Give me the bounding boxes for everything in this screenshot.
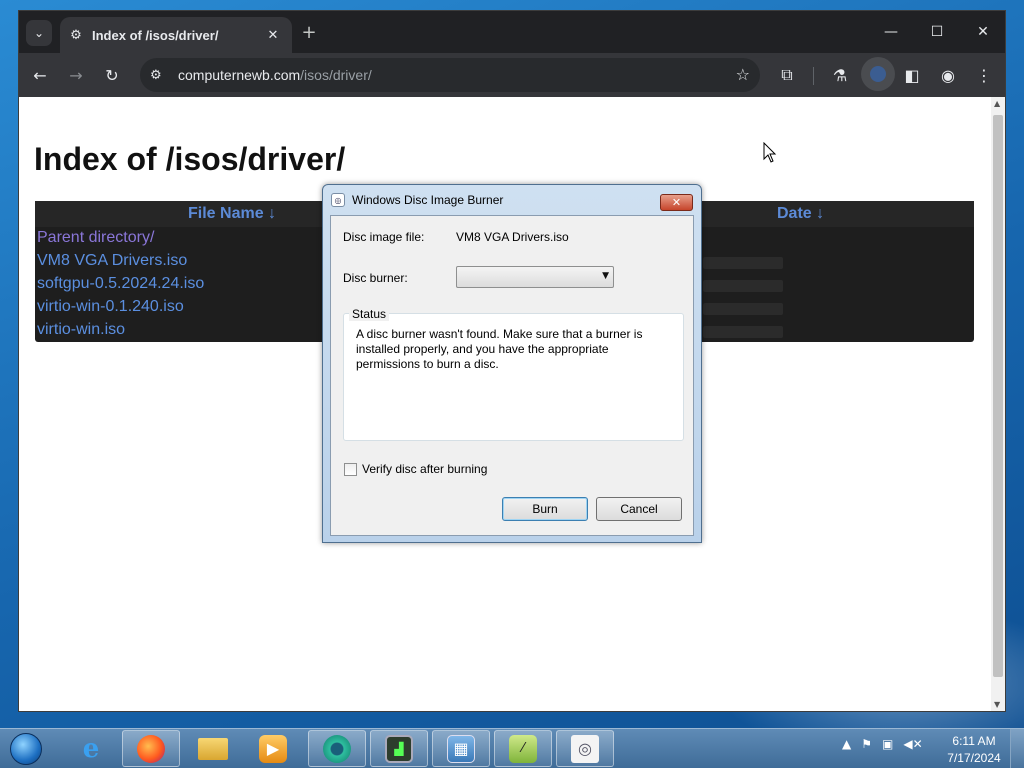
dropdown-arrow-icon: ▼ <box>602 271 609 281</box>
side-panel-icon[interactable]: ◧ <box>899 62 925 88</box>
tab-title: Index of /isos/driver/ <box>92 27 219 43</box>
browser-toolbar: ← → ↻ ⚙ computernewb.com/isos/driver/ ☆ … <box>19 53 1005 97</box>
show-hidden-icons-icon[interactable]: ▲ <box>842 737 851 751</box>
url-text: computernewb.com/isos/driver/ <box>178 67 372 83</box>
site-info-icon[interactable]: ⚙ <box>150 68 170 83</box>
dialog-close-icon[interactable]: ✕ <box>660 194 693 211</box>
firefox-icon[interactable] <box>122 730 180 767</box>
maximize-icon[interactable]: ☐ <box>917 19 957 45</box>
task-manager-icon[interactable]: ▟ <box>370 730 428 767</box>
toolbar-divider <box>813 67 814 85</box>
favicon-icon: ⚙ <box>70 27 82 43</box>
disc-burner-label: Disc burner: <box>343 271 408 285</box>
scrollbar-thumb[interactable] <box>993 115 1003 677</box>
obscured-date-cell <box>703 257 783 269</box>
file-link-softgpu[interactable]: softgpu-0.5.2024.24.iso <box>37 275 204 293</box>
close-window-icon[interactable]: ✕ <box>963 19 1003 45</box>
status-message: A disc burner wasn't found. Make sure th… <box>356 327 643 371</box>
disc-burner-taskbar-icon[interactable]: ◎ <box>556 730 614 767</box>
bookmark-star-icon[interactable]: ☆ <box>736 65 750 84</box>
file-link-virtio-240[interactable]: virtio-win-0.1.240.iso <box>37 298 184 316</box>
address-bar[interactable]: ⚙ computernewb.com/isos/driver/ ☆ <box>140 58 760 92</box>
obscured-date-cell <box>703 280 783 292</box>
reload-icon[interactable]: ↻ <box>99 62 125 88</box>
menu-kebab-icon[interactable]: ⋮ <box>971 62 997 88</box>
verify-label[interactable]: Verify disc after burning <box>362 462 487 476</box>
system-clock[interactable]: 6:11 AM 7/17/2024 <box>943 733 1005 767</box>
extensions-icon[interactable]: ⧉ <box>774 62 800 88</box>
new-tab-icon[interactable]: + <box>299 22 319 43</box>
volume-muted-icon[interactable]: ◀✕ <box>903 737 922 751</box>
media-player-icon[interactable]: ▶ <box>244 730 302 767</box>
burn-button[interactable]: Burn <box>502 497 588 521</box>
scroll-up-icon[interactable]: ▲ <box>994 99 1000 108</box>
verify-option[interactable]: Verify disc after burning <box>344 462 487 476</box>
mouse-pointer-icon <box>763 142 777 163</box>
page-scrollbar[interactable]: ▲ ▼ <box>991 97 1005 711</box>
file-link-vm8[interactable]: VM8 VGA Drivers.iso <box>37 252 187 270</box>
network-icon[interactable]: ▣ <box>882 737 893 751</box>
start-button[interactable] <box>4 731 48 767</box>
tab-search-icon[interactable]: ⌄ <box>26 20 52 46</box>
labs-flask-icon[interactable]: ⚗ <box>827 62 853 88</box>
dialog-body: Disc image file: VM8 VGA Drivers.iso Dis… <box>330 215 694 536</box>
file-link-virtio[interactable]: virtio-win.iso <box>37 321 125 339</box>
action-center-flag-icon[interactable]: ⚑ <box>861 737 872 751</box>
obscured-date-cell <box>703 326 783 338</box>
column-file-name[interactable]: File Name ↓ <box>188 205 276 223</box>
tab-close-icon[interactable]: ✕ <box>264 28 282 43</box>
verify-checkbox[interactable] <box>344 462 357 476</box>
dialog-title: Windows Disc Image Burner <box>352 193 504 207</box>
clock-time: 6:11 AM <box>952 734 996 748</box>
notepad-plus-icon[interactable]: ⁄ <box>494 730 552 767</box>
clock-date: 7/17/2024 <box>947 751 1001 765</box>
dialog-titlebar: ◎ Windows Disc Image Burner <box>331 193 503 207</box>
extension-active-icon[interactable] <box>861 57 895 91</box>
forward-icon[interactable]: → <box>63 62 89 88</box>
windows-orb-icon <box>10 733 42 765</box>
status-legend: Status <box>349 307 390 321</box>
disc-image-value: VM8 VGA Drivers.iso <box>456 230 569 244</box>
file-explorer-icon[interactable] <box>184 730 242 767</box>
column-date[interactable]: Date ↓ <box>777 205 824 223</box>
back-icon[interactable]: ← <box>27 62 53 88</box>
obscured-date-cell <box>703 303 783 315</box>
taskbar: e ▶ ▟ ▦ ⁄ ◎ ▲ ⚑ ▣ ◀✕ 6:11 AM 7/17/2024 <box>0 728 1024 768</box>
show-desktop-button[interactable] <box>1010 729 1024 768</box>
scroll-down-icon[interactable]: ▼ <box>994 700 1000 709</box>
tab-strip: ⌄ ⚙ Index of /isos/driver/ ✕ + — ☐ ✕ <box>19 11 1005 53</box>
disc-burner-select[interactable]: ▼ <box>456 266 614 288</box>
page-title: Index of /isos/driver/ <box>34 141 346 177</box>
internet-explorer-icon[interactable]: e <box>62 730 120 767</box>
disc-image-label: Disc image file: <box>343 230 425 244</box>
profile-avatar-icon[interactable]: ◉ <box>935 62 961 88</box>
minimize-icon[interactable]: — <box>871 19 911 45</box>
disc-icon: ◎ <box>331 193 345 207</box>
chrome-icon[interactable] <box>308 730 366 767</box>
disc-burner-dialog: ◎ Windows Disc Image Burner ✕ Disc image… <box>322 184 702 543</box>
cancel-button[interactable]: Cancel <box>596 497 682 521</box>
file-link-parent[interactable]: Parent directory/ <box>37 229 154 247</box>
control-panel-icon[interactable]: ▦ <box>432 730 490 767</box>
system-tray: ▲ ⚑ ▣ ◀✕ <box>842 737 923 751</box>
tab-active[interactable]: ⚙ Index of /isos/driver/ ✕ <box>60 17 292 53</box>
